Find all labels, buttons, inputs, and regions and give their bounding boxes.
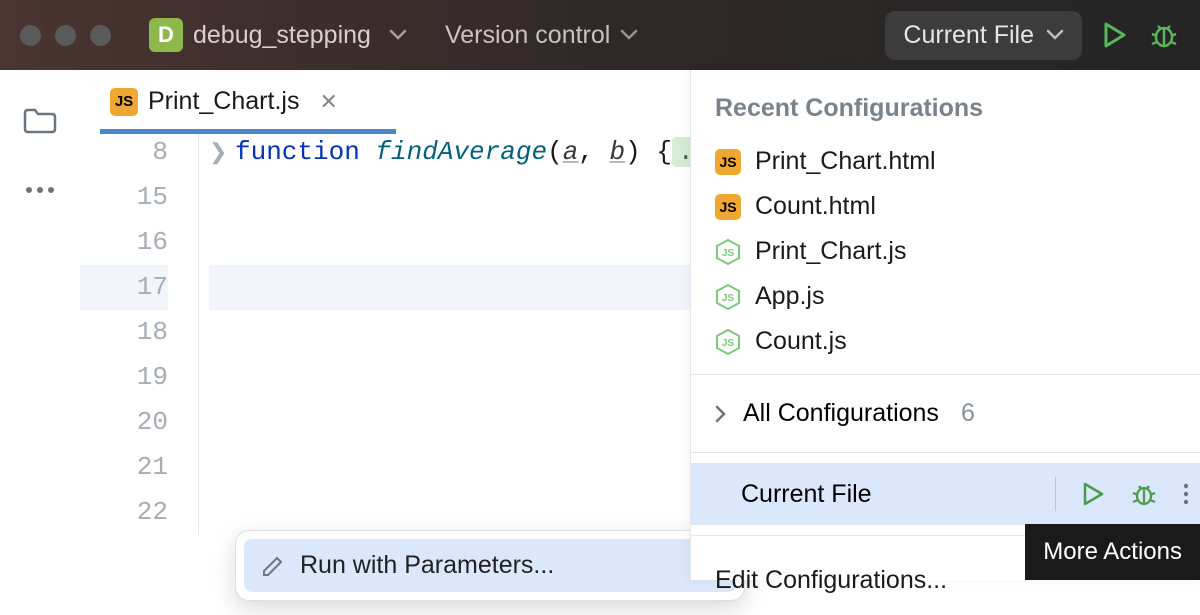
fold-chevron-icon[interactable]: ❯ [209,131,227,176]
project-name: debug_stepping [193,21,371,50]
current-file-item[interactable]: Current File [691,463,1200,525]
nodejs-icon: JS [715,239,741,265]
config-label: Count.html [755,192,876,221]
separator [691,374,1200,375]
run-with-parameters-item[interactable]: Run with Parameters... [244,539,736,592]
all-configurations-label: All Configurations [743,399,939,428]
function-name: findAverage [375,137,547,167]
chevron-down-icon [620,29,638,41]
config-label: Print_Chart.js [755,237,906,266]
parameter: b [610,137,626,167]
debug-icon[interactable] [1148,20,1180,50]
current-file-actions [1055,477,1190,511]
line-number: 8 [80,130,168,175]
run-config-selector[interactable]: Current File [885,11,1082,60]
line-number: 17 [80,265,168,310]
tab-print-chart[interactable]: JS Print_Chart.js ✕ [100,75,356,130]
pencil-icon [260,553,286,579]
version-control-menu[interactable]: Version control [445,21,638,50]
run-toolbar: Current File [885,11,1180,60]
keyword: function [235,137,360,167]
run-with-parameters-label: Run with Parameters... [300,551,554,580]
maximize-window-icon[interactable] [90,25,111,46]
separator [691,452,1200,453]
line-number: 21 [80,445,168,490]
line-number: 20 [80,400,168,445]
chevron-right-icon [715,405,727,423]
js-file-icon: JS [715,194,741,220]
tooltip-text: More Actions [1043,538,1182,565]
run-config-dropdown: Recent Configurations JS Print_Chart.htm… [690,70,1200,580]
parameter: a [563,137,579,167]
tab-filename: Print_Chart.js [148,87,299,116]
project-tool-icon[interactable] [22,105,58,135]
config-item[interactable]: JS Print_Chart.html [691,139,1200,184]
more-tool-icon[interactable] [23,185,57,195]
chevron-down-icon [1046,29,1064,41]
line-number: 18 [80,310,168,355]
run-icon[interactable] [1100,20,1130,50]
config-item[interactable]: JS Count.html [691,184,1200,229]
version-control-label: Version control [445,21,610,50]
line-number: 16 [80,220,168,265]
debug-icon[interactable] [1130,481,1158,507]
current-file-label: Current File [741,480,872,509]
js-file-icon: JS [110,88,138,116]
window-controls [20,25,111,46]
line-number: 15 [80,175,168,220]
left-rail [0,70,80,580]
dropdown-header: Recent Configurations [691,70,1200,139]
config-item[interactable]: JS App.js [691,274,1200,319]
project-selector[interactable]: D debug_stepping [141,14,415,56]
tab-active-indicator [100,129,396,134]
line-number: 19 [80,355,168,400]
config-item[interactable]: JS Count.js [691,319,1200,364]
separator [1055,477,1056,511]
more-actions-tooltip: More Actions [1025,524,1200,580]
titlebar: D debug_stepping Version control Current… [0,0,1200,70]
line-number: 22 [80,490,168,535]
nodejs-icon: JS [715,329,741,355]
svg-text:JS: JS [722,338,735,349]
config-label: Print_Chart.html [755,147,936,176]
svg-text:JS: JS [722,293,735,304]
all-configurations-item[interactable]: All Configurations 6 [691,385,1200,442]
more-icon[interactable] [1182,481,1190,507]
config-item[interactable]: JS Print_Chart.js [691,229,1200,274]
svg-text:JS: JS [722,248,735,259]
js-file-icon: JS [715,149,741,175]
close-window-icon[interactable] [20,25,41,46]
nodejs-icon: JS [715,284,741,310]
close-icon[interactable]: ✕ [319,89,337,115]
all-configurations-count: 6 [961,399,975,428]
run-parameters-popup: Run with Parameters... [235,530,745,601]
config-label: Count.js [755,327,847,356]
config-label: App.js [755,282,824,311]
project-icon: D [149,18,183,52]
gutter: 8 15 16 17 18 19 20 21 22 [80,130,198,535]
minimize-window-icon[interactable] [55,25,76,46]
chevron-down-icon [389,29,407,41]
run-config-label: Current File [903,21,1034,50]
edit-configurations-label: Edit Configurations... [715,566,947,594]
run-icon[interactable] [1080,481,1106,507]
